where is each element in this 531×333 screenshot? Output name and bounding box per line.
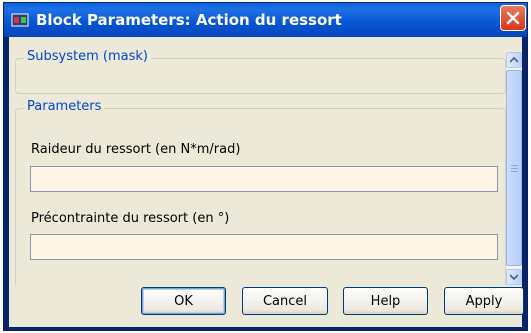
apply-button[interactable]: Apply <box>444 287 524 315</box>
parameters-group: Parameters Raideur du ressort (en N*m/ra… <box>15 99 506 285</box>
scroll-up-button[interactable] <box>506 52 522 68</box>
scroll-down-button[interactable] <box>506 269 522 285</box>
cancel-button[interactable]: Cancel <box>242 287 328 315</box>
preload-input[interactable] <box>30 234 498 260</box>
preload-label: Précontrainte du ressort (en °) <box>31 211 230 226</box>
close-icon <box>506 11 520 25</box>
stiffness-input[interactable] <box>30 166 498 192</box>
subsystem-legend: Subsystem (mask) <box>24 49 151 64</box>
scroll-thumb[interactable] <box>506 70 522 266</box>
vertical-scrollbar[interactable] <box>506 52 522 285</box>
chevron-down-icon <box>510 274 518 280</box>
chevron-up-icon <box>510 57 518 63</box>
stiffness-label: Raideur du ressort (en N*m/rad) <box>31 142 241 157</box>
help-button[interactable]: Help <box>343 287 428 315</box>
title-bar[interactable]: Block Parameters: Action du ressort <box>4 3 527 37</box>
ok-button[interactable]: OK <box>141 287 226 315</box>
dialog-window: Block Parameters: Action du ressort Subs… <box>3 2 528 331</box>
simulink-block-icon <box>11 13 29 27</box>
parameters-scroll-area: Subsystem (mask) Parameters Raideur du r… <box>9 37 522 285</box>
dialog-client-area: Subsystem (mask) Parameters Raideur du r… <box>9 37 524 327</box>
subsystem-group: Subsystem (mask) <box>15 49 506 94</box>
parameters-legend: Parameters <box>24 99 105 114</box>
window-title: Block Parameters: Action du ressort <box>36 11 342 29</box>
close-button[interactable] <box>500 5 526 31</box>
